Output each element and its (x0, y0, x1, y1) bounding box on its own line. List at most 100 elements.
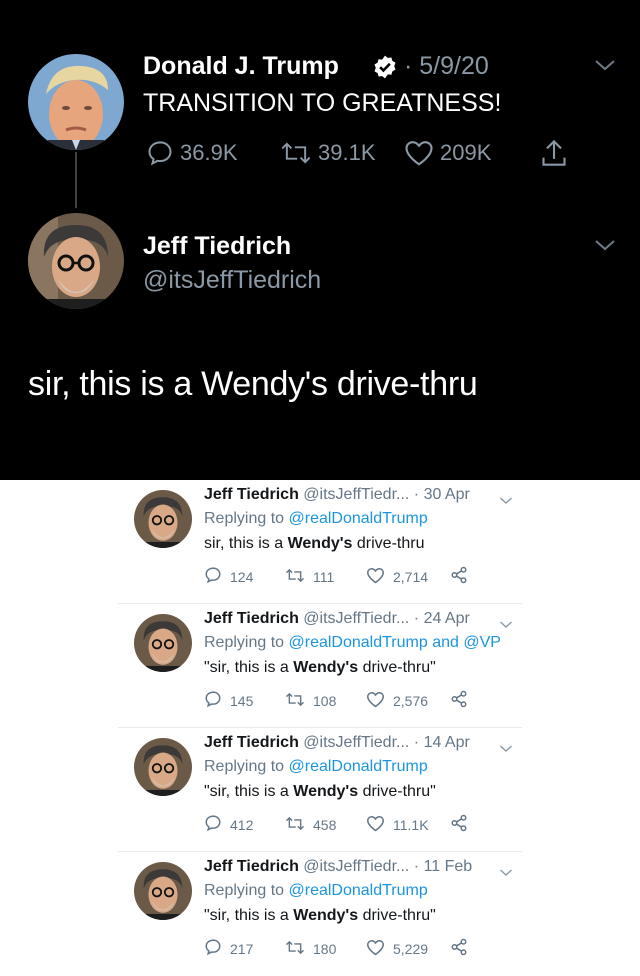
replying-to-label: Replying to (204, 634, 289, 651)
reply-button[interactable]: 145 (204, 690, 285, 711)
heart-icon (366, 567, 385, 587)
list-item[interactable]: Jeff Tiedrich @itsJeffTiedr... · 30 Apr … (118, 480, 522, 604)
chevron-down-icon[interactable] (499, 740, 513, 758)
tweet-header: Jeff Tiedrich @itsJeffTiedr... · 11 Feb (204, 858, 472, 876)
share-button[interactable] (450, 566, 468, 587)
replying-to: Replying to @realDonaldTrump (204, 758, 428, 776)
reply-icon (204, 566, 222, 587)
retweet-button[interactable]: 39.1K (280, 139, 376, 167)
replying-to: Replying to @realDonaldTrump (204, 510, 428, 528)
replying-to-link[interactable]: @realDonaldTrump (289, 758, 428, 775)
like-button[interactable]: 2,576 (366, 691, 450, 711)
retweet-count: 180 (313, 940, 337, 957)
share-icon (540, 137, 568, 169)
heart-icon (366, 815, 385, 835)
older-tweets-list: Jeff Tiedrich @itsJeffTiedr... · 30 Apr … (0, 480, 640, 958)
tweet-handle-date[interactable]: @itsJeffTiedr... · 24 Apr (303, 610, 470, 627)
like-count: 5,229 (393, 940, 429, 957)
tweet-text-bold: Wendy's (293, 783, 359, 800)
share-button[interactable] (540, 137, 568, 169)
tweet-text: "sir, this is a Wendy's drive-thru" (204, 783, 436, 801)
like-button[interactable]: 11.1K (366, 815, 450, 835)
tweet-header: Jeff Tiedrich @itsJeffTiedr... · 24 Apr (204, 610, 470, 628)
chevron-down-icon[interactable] (499, 492, 513, 510)
jeff-avatar[interactable] (28, 213, 124, 309)
like-button[interactable]: 209K (404, 139, 491, 167)
reply-tweet-handle[interactable]: @itsJeffTiedrich (143, 266, 321, 295)
list-item[interactable]: Jeff Tiedrich @itsJeffTiedr... · 24 Apr … (118, 604, 522, 728)
retweet-button[interactable]: 111 (285, 567, 366, 587)
reply-button[interactable]: 124 (204, 566, 285, 587)
avatar[interactable] (134, 738, 192, 796)
share-button[interactable] (450, 814, 468, 835)
tweet-handle-date[interactable]: @itsJeffTiedr... · 30 Apr (303, 486, 470, 503)
reply-button[interactable]: 412 (204, 814, 285, 835)
replying-to: Replying to @realDonaldTrump and @VP (204, 634, 501, 652)
tweet-author-name[interactable]: Jeff Tiedrich (204, 734, 299, 751)
tweet-text-end: drive-thru (352, 535, 425, 552)
share-icon (450, 938, 468, 959)
like-count: 11.1K (393, 816, 429, 833)
retweet-count: 39.1K (318, 140, 376, 165)
tweet-text: sir, this is a Wendy's drive-thru (204, 535, 424, 553)
retweet-button[interactable]: 458 (285, 815, 366, 835)
dark-tweet-thread: Donald J. Trump · 5/9/20 TRANSITION TO G… (0, 0, 640, 480)
reply-count: 124 (230, 568, 254, 585)
reply-count: 412 (230, 816, 254, 833)
reply-button[interactable]: 36.9K (146, 139, 238, 167)
tweet-text-bold: Wendy's (293, 907, 359, 924)
trump-avatar[interactable] (28, 54, 124, 150)
replying-to-link[interactable]: @realDonaldTrump (289, 882, 428, 899)
reply-tweet-name[interactable]: Jeff Tiedrich (143, 232, 291, 261)
tweet-actions: 145 108 2,576 (204, 690, 468, 711)
tweet-actions: 217 180 5,229 (204, 938, 468, 959)
tweet-text: "sir, this is a Wendy's drive-thru" (204, 659, 436, 677)
tweet-text-start: "sir, this is a (204, 907, 294, 924)
replying-to-link[interactable]: @realDonaldTrump and @VP (289, 634, 501, 651)
reply-count: 217 (230, 940, 254, 957)
avatar[interactable] (134, 614, 192, 672)
main-tweet-name[interactable]: Donald J. Trump (143, 52, 339, 81)
reply-button[interactable]: 217 (204, 938, 285, 959)
replying-to-link[interactable]: @realDonaldTrump (289, 510, 428, 527)
main-tweet-date[interactable]: · 5/9/20 (404, 52, 489, 81)
tweet-actions: 124 111 2,714 (204, 566, 468, 587)
retweet-button[interactable]: 180 (285, 939, 366, 959)
reply-icon (204, 814, 222, 835)
tweet-text-bold: Wendy's (287, 535, 353, 552)
share-icon (450, 566, 468, 587)
heart-icon (366, 939, 385, 959)
share-icon (450, 814, 468, 835)
retweet-count: 458 (313, 816, 337, 833)
replying-to-label: Replying to (204, 758, 289, 775)
tweet-text-end: drive-thru" (358, 783, 436, 800)
tweet-author-name[interactable]: Jeff Tiedrich (204, 486, 299, 503)
tweet-header: Jeff Tiedrich @itsJeffTiedr... · 14 Apr (204, 734, 470, 752)
share-button[interactable] (450, 690, 468, 711)
like-button[interactable]: 5,229 (366, 939, 450, 959)
retweet-button[interactable]: 108 (285, 691, 366, 711)
chevron-down-icon[interactable] (594, 58, 616, 77)
share-icon (450, 690, 468, 711)
share-button[interactable] (450, 938, 468, 959)
tweet-author-name[interactable]: Jeff Tiedrich (204, 858, 299, 875)
tweet-handle-date[interactable]: @itsJeffTiedr... · 11 Feb (303, 858, 472, 875)
tweet-handle-date[interactable]: @itsJeffTiedr... · 14 Apr (303, 734, 470, 751)
chevron-down-icon[interactable] (499, 616, 513, 634)
replying-to: Replying to @realDonaldTrump (204, 882, 428, 900)
chevron-down-icon[interactable] (594, 238, 616, 257)
reply-icon (146, 139, 174, 167)
tweet-author-name[interactable]: Jeff Tiedrich (204, 610, 299, 627)
thread-connector-line (75, 152, 77, 208)
tweet-text-end: drive-thru" (358, 659, 436, 676)
list-item[interactable]: Jeff Tiedrich @itsJeffTiedr... · 11 Feb … (118, 852, 522, 976)
list-item[interactable]: Jeff Tiedrich @itsJeffTiedr... · 14 Apr … (118, 728, 522, 852)
avatar[interactable] (134, 490, 192, 548)
like-count: 209K (440, 140, 492, 165)
avatar[interactable] (134, 862, 192, 920)
replying-to-label: Replying to (204, 510, 289, 527)
chevron-down-icon[interactable] (499, 864, 513, 882)
reply-icon (204, 938, 222, 959)
retweet-icon (285, 691, 305, 711)
like-button[interactable]: 2,714 (366, 567, 450, 587)
